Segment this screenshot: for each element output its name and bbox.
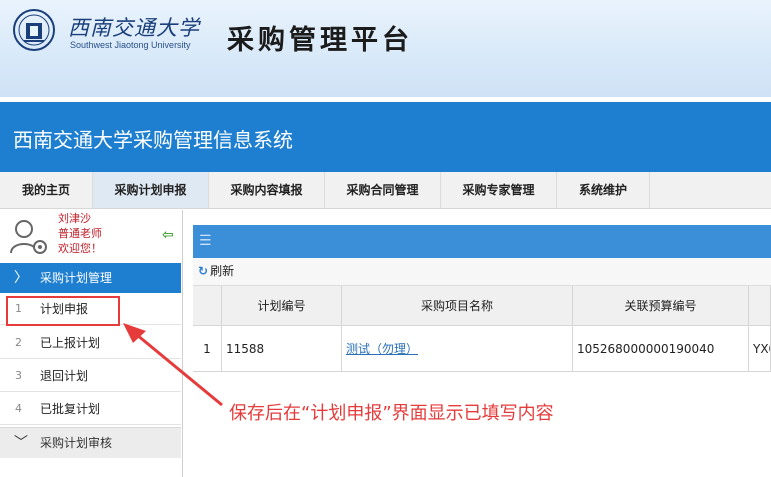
annotation-text: 保存后在“计划申报”界面显示已填写内容 <box>229 403 554 424</box>
